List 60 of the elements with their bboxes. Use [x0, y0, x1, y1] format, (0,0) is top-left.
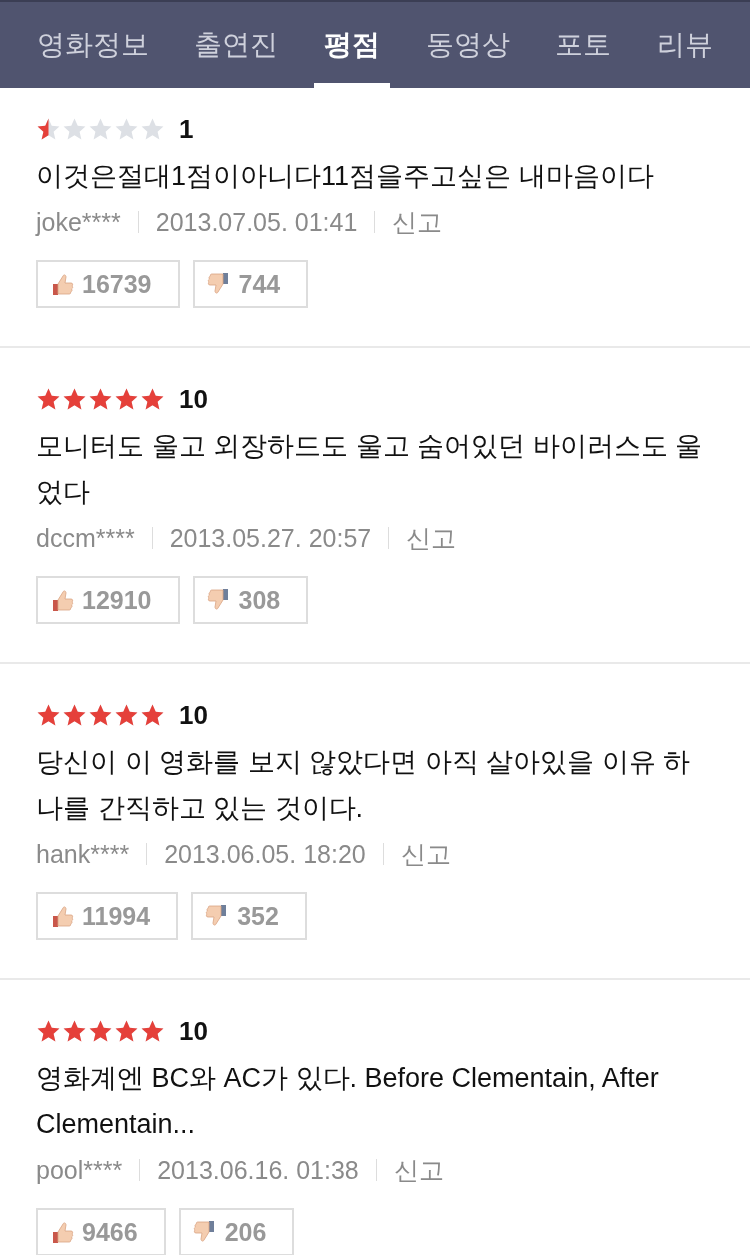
dislike-button[interactable]: 308 [192, 576, 309, 624]
review-text: 영화계엔 BC와 AC가 있다. Before Clementain, After Clementain... [36, 1062, 660, 1141]
report-link[interactable]: 신고 [400, 837, 451, 871]
author: pool**** [36, 1155, 123, 1185]
tab[interactable]: 리뷰 [647, 2, 724, 88]
star-icon [62, 702, 87, 728]
star-icon [36, 386, 61, 412]
author: hank**** [36, 839, 130, 869]
tab[interactable]: 평점 [314, 2, 391, 88]
thumbs-down-icon [206, 272, 231, 296]
dislike-button[interactable]: 206 [178, 1208, 295, 1255]
score: 10 [179, 383, 208, 415]
star-icon [114, 116, 139, 142]
like-button[interactable]: 12910 [36, 576, 180, 624]
dislike-button[interactable]: 744 [192, 260, 309, 308]
score: 10 [179, 1015, 208, 1047]
star-icon [36, 702, 61, 728]
date: 2013.07.05. 01:41 [155, 207, 358, 237]
tab[interactable]: 영화정보 [26, 2, 159, 88]
score: 10 [179, 699, 208, 731]
star-icon [88, 116, 113, 142]
review-text: 당신이 이 영화를 보지 않았다면 아직 살아있을 이유 하나를 간직하고 있는 것이다. [36, 746, 691, 825]
date: 2013.06.16. 01:38 [157, 1155, 359, 1185]
score: 1 [179, 113, 194, 145]
tab[interactable]: 출연진 [184, 2, 289, 88]
star-icon [140, 1018, 165, 1044]
report-link[interactable]: 신고 [392, 205, 443, 239]
star-icon [114, 702, 139, 728]
star-icon [140, 386, 165, 412]
thumbs-up-icon [50, 588, 74, 612]
author: joke**** [36, 207, 121, 237]
author: dccm**** [36, 523, 135, 553]
thumbs-up-icon [50, 1220, 74, 1244]
like-button[interactable]: 16739 [36, 260, 180, 308]
thumbs-up-icon [50, 904, 74, 928]
star-icon [88, 386, 113, 412]
date: 2013.05.27. 20:57 [169, 523, 372, 553]
star-icon [36, 1018, 61, 1044]
tab[interactable]: 동영상 [415, 2, 520, 88]
thumbs-down-icon [192, 1220, 217, 1244]
star-icon [114, 1018, 139, 1044]
star-icon [140, 702, 165, 728]
star-icon [62, 1018, 87, 1044]
like-button[interactable]: 11994 [36, 892, 179, 940]
star-icon [88, 702, 113, 728]
tab[interactable]: 포토 [545, 2, 622, 88]
review-text: 이것은절대1점이아니다11점을주고싶은 내마음이다 [36, 160, 655, 193]
star-icon [140, 116, 165, 142]
dislike-button[interactable]: 352 [191, 892, 307, 940]
star-icon [62, 116, 87, 142]
report-link[interactable]: 신고 [406, 521, 457, 555]
date: 2013.06.05. 18:20 [164, 839, 366, 869]
like-button[interactable]: 9466 [36, 1208, 166, 1255]
star-icon [88, 1018, 113, 1044]
report-link[interactable]: 신고 [393, 1153, 444, 1187]
review-text: 모니터도 울고 외장하드도 울고 숨어있던 바이러스도 울었다 [36, 430, 703, 509]
star-icon [62, 386, 87, 412]
thumbs-up-icon [50, 272, 74, 296]
thumbs-down-icon [206, 588, 231, 612]
star-icon [114, 386, 139, 412]
